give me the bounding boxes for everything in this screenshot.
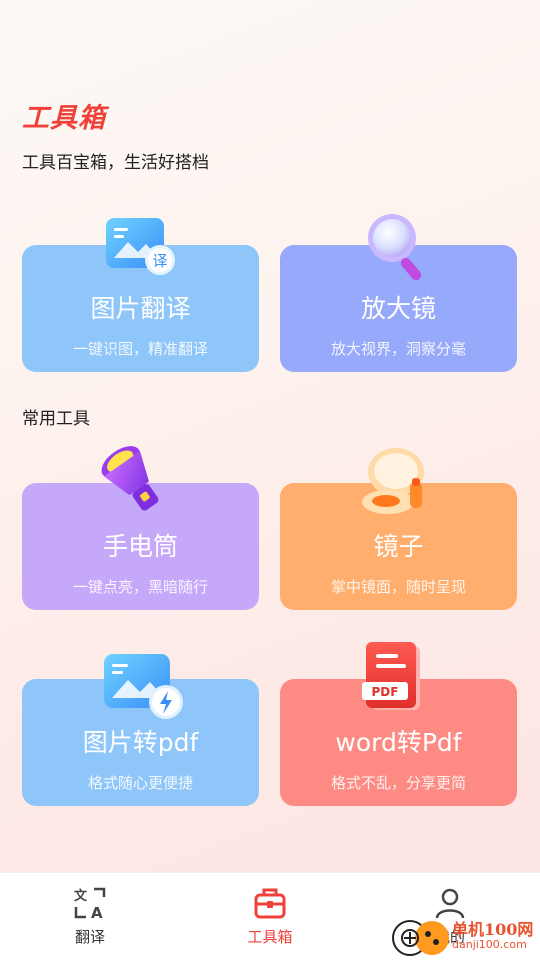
- card-title: 图片转pdf: [82, 728, 199, 757]
- card-description: 放大视界，洞察分毫: [330, 340, 466, 358]
- card-title: 镜子: [373, 532, 424, 561]
- flashlight-icon: [101, 446, 159, 511]
- nav-label: 工具箱: [247, 928, 293, 946]
- pdf-badge: PDF: [372, 685, 399, 699]
- card-description: 掌中镜面，随时呈现: [330, 578, 466, 596]
- toolbox-icon: [254, 888, 286, 919]
- translate-badge: 译: [152, 252, 167, 270]
- translate-icon: 文 A: [74, 887, 106, 921]
- page-subtitle: 工具百宝箱，生活好搭档: [22, 153, 209, 173]
- image-translate-icon: 译: [106, 218, 175, 275]
- watermark-text: 单机100网: [452, 920, 534, 939]
- nav-item-toolbox[interactable]: 工具箱: [180, 873, 360, 960]
- nav-item-translate[interactable]: 文 A 翻译: [0, 873, 180, 960]
- magnifier-icon: [368, 214, 422, 281]
- watermark-url: danji100.com: [452, 938, 527, 951]
- nav-label: 翻译: [74, 928, 105, 946]
- card-description: 一键点亮，黑暗随行: [72, 578, 208, 596]
- card-title: word转Pdf: [335, 728, 462, 757]
- image-to-pdf-icon: [104, 654, 183, 719]
- card-description: 格式不乱，分享更简: [330, 774, 466, 792]
- svg-text:文: 文: [74, 888, 88, 904]
- section-title-common-tools: 常用工具: [22, 409, 90, 429]
- svg-text:A: A: [91, 904, 103, 921]
- site-watermark: 单机100网 danji100.com: [392, 914, 540, 960]
- card-description: 格式随心更便捷: [87, 774, 193, 792]
- card-description: 一键识图，精准翻译: [72, 340, 208, 358]
- card-title: 手电筒: [102, 532, 178, 561]
- card-title: 图片翻译: [90, 294, 191, 323]
- card-title: 放大镜: [360, 294, 436, 323]
- watermark-logo-icon: [392, 920, 449, 956]
- page-title: 工具箱: [22, 103, 106, 134]
- mirror-icon: [362, 448, 424, 514]
- pdf-file-icon: PDF: [362, 642, 420, 710]
